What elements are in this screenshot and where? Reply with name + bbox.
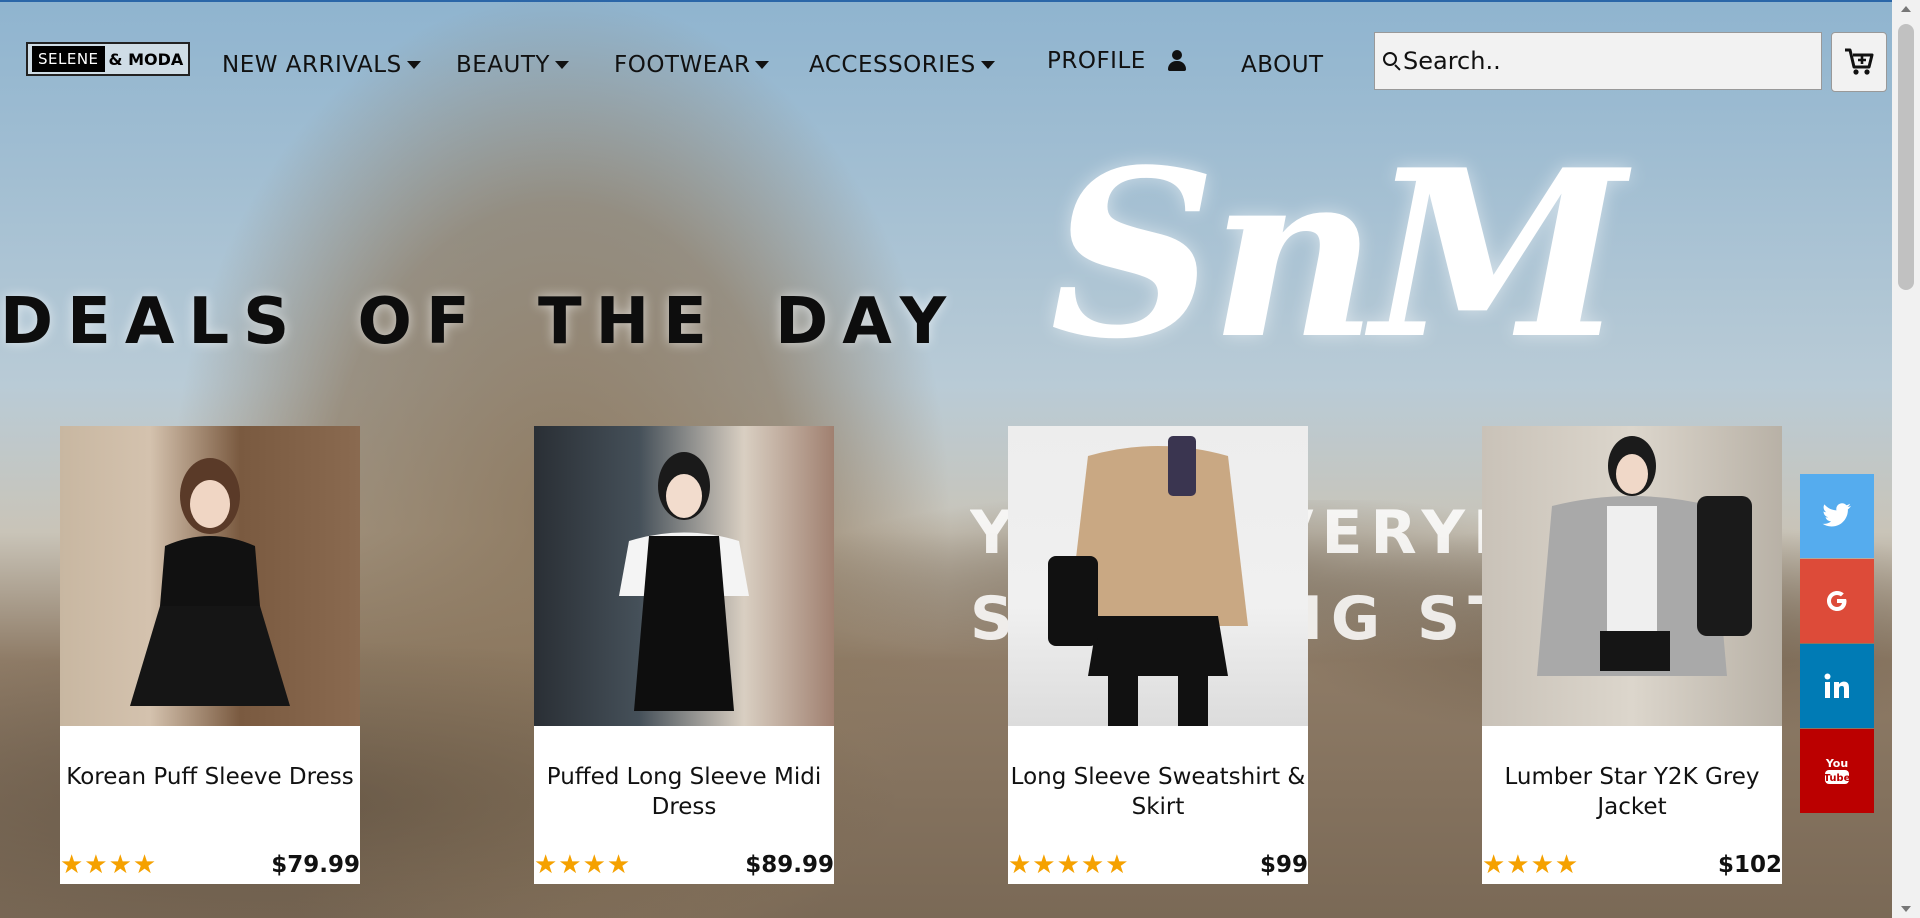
rating-stars: ★★★★ bbox=[60, 850, 158, 880]
youtube-button[interactable]: You Tube bbox=[1800, 729, 1874, 813]
search-bar[interactable] bbox=[1374, 32, 1822, 90]
brand-script-logo: SnM bbox=[1050, 120, 1626, 390]
cart-plus-icon bbox=[1845, 48, 1874, 75]
caret-down-icon bbox=[755, 61, 770, 69]
svg-text:You: You bbox=[1825, 757, 1848, 770]
nav-about-label: ABOUT bbox=[1241, 52, 1324, 78]
product-name[interactable]: Long Sleeve Sweatshirt & Skirt bbox=[1008, 762, 1308, 822]
product-image[interactable] bbox=[1482, 426, 1782, 726]
twitter-button[interactable] bbox=[1800, 474, 1874, 558]
scroll-down-icon[interactable] bbox=[1901, 906, 1911, 912]
product-photo-figure bbox=[1048, 436, 1248, 726]
nav-about[interactable]: ABOUT bbox=[1241, 48, 1324, 82]
product-image[interactable] bbox=[1008, 426, 1308, 726]
product-photo-figure bbox=[619, 452, 749, 711]
product-price: $102 bbox=[1717, 852, 1782, 878]
nav-accessories-label: ACCESSORIES bbox=[809, 52, 976, 78]
svg-text:Tube: Tube bbox=[1824, 773, 1851, 784]
window-top-border bbox=[0, 0, 1920, 2]
product-card[interactable]: Long Sleeve Sweatshirt & Skirt ★★★★★ $99 bbox=[1008, 426, 1308, 884]
linkedin-icon bbox=[1824, 673, 1849, 698]
product-price: $99 bbox=[1259, 852, 1308, 878]
google-icon bbox=[1827, 591, 1847, 611]
google-button[interactable] bbox=[1800, 559, 1874, 643]
caret-down-icon bbox=[406, 61, 421, 69]
logo-part-moda: & MODA bbox=[108, 49, 184, 69]
linkedin-button[interactable] bbox=[1800, 644, 1874, 728]
nav-beauty-label: BEAUTY bbox=[456, 52, 550, 78]
product-card[interactable]: Puffed Long Sleeve Midi Dress ★★★★ $89.9… bbox=[534, 426, 834, 884]
caret-down-icon bbox=[980, 61, 995, 69]
site-logo[interactable]: SELENE & MODA bbox=[26, 42, 190, 76]
rating-stars: ★★★★ bbox=[1482, 850, 1580, 880]
logo-part-selene: SELENE bbox=[32, 46, 105, 72]
user-icon bbox=[1167, 50, 1186, 72]
cart-button[interactable] bbox=[1831, 32, 1887, 92]
product-price: $79.99 bbox=[271, 852, 360, 878]
search-input[interactable] bbox=[1401, 46, 1805, 76]
search-icon bbox=[1383, 52, 1401, 70]
youtube-icon: You Tube bbox=[1824, 757, 1851, 784]
page-scrollbar[interactable] bbox=[1892, 0, 1920, 918]
caret-down-icon bbox=[554, 61, 569, 69]
product-card[interactable]: Lumber Star Y2K Grey Jacket ★★★★ $102 bbox=[1482, 426, 1782, 884]
nav-footwear[interactable]: FOOTWEAR bbox=[614, 48, 770, 82]
nav-profile-label: PROFILE bbox=[1047, 48, 1146, 74]
product-image[interactable] bbox=[534, 426, 834, 726]
product-image[interactable] bbox=[60, 426, 360, 726]
scroll-up-icon[interactable] bbox=[1901, 6, 1911, 12]
twitter-icon bbox=[1822, 503, 1851, 527]
nav-beauty[interactable]: BEAUTY bbox=[456, 48, 569, 82]
rating-stars: ★★★★★ bbox=[1008, 850, 1130, 880]
product-photo-figure bbox=[130, 458, 290, 706]
product-name[interactable]: Lumber Star Y2K Grey Jacket bbox=[1482, 762, 1782, 822]
nav-footwear-label: FOOTWEAR bbox=[614, 52, 751, 78]
nav-new-arrivals-label: NEW ARRIVALS bbox=[222, 52, 402, 78]
nav-new-arrivals[interactable]: NEW ARRIVALS bbox=[222, 48, 421, 82]
product-name[interactable]: Puffed Long Sleeve Midi Dress bbox=[534, 762, 834, 822]
nav-profile[interactable]: PROFILE bbox=[1047, 44, 1186, 78]
product-name[interactable]: Korean Puff Sleeve Dress bbox=[60, 762, 360, 792]
product-card[interactable]: Korean Puff Sleeve Dress ★★★★ $79.99 bbox=[60, 426, 360, 884]
product-price: $89.99 bbox=[745, 852, 834, 878]
product-photo-figure bbox=[1537, 436, 1752, 676]
deals-of-the-day-heading: DEALS OF THE DAY bbox=[0, 285, 961, 359]
rating-stars: ★★★★ bbox=[534, 850, 632, 880]
scrollbar-thumb[interactable] bbox=[1898, 24, 1914, 290]
nav-accessories[interactable]: ACCESSORIES bbox=[809, 48, 995, 82]
